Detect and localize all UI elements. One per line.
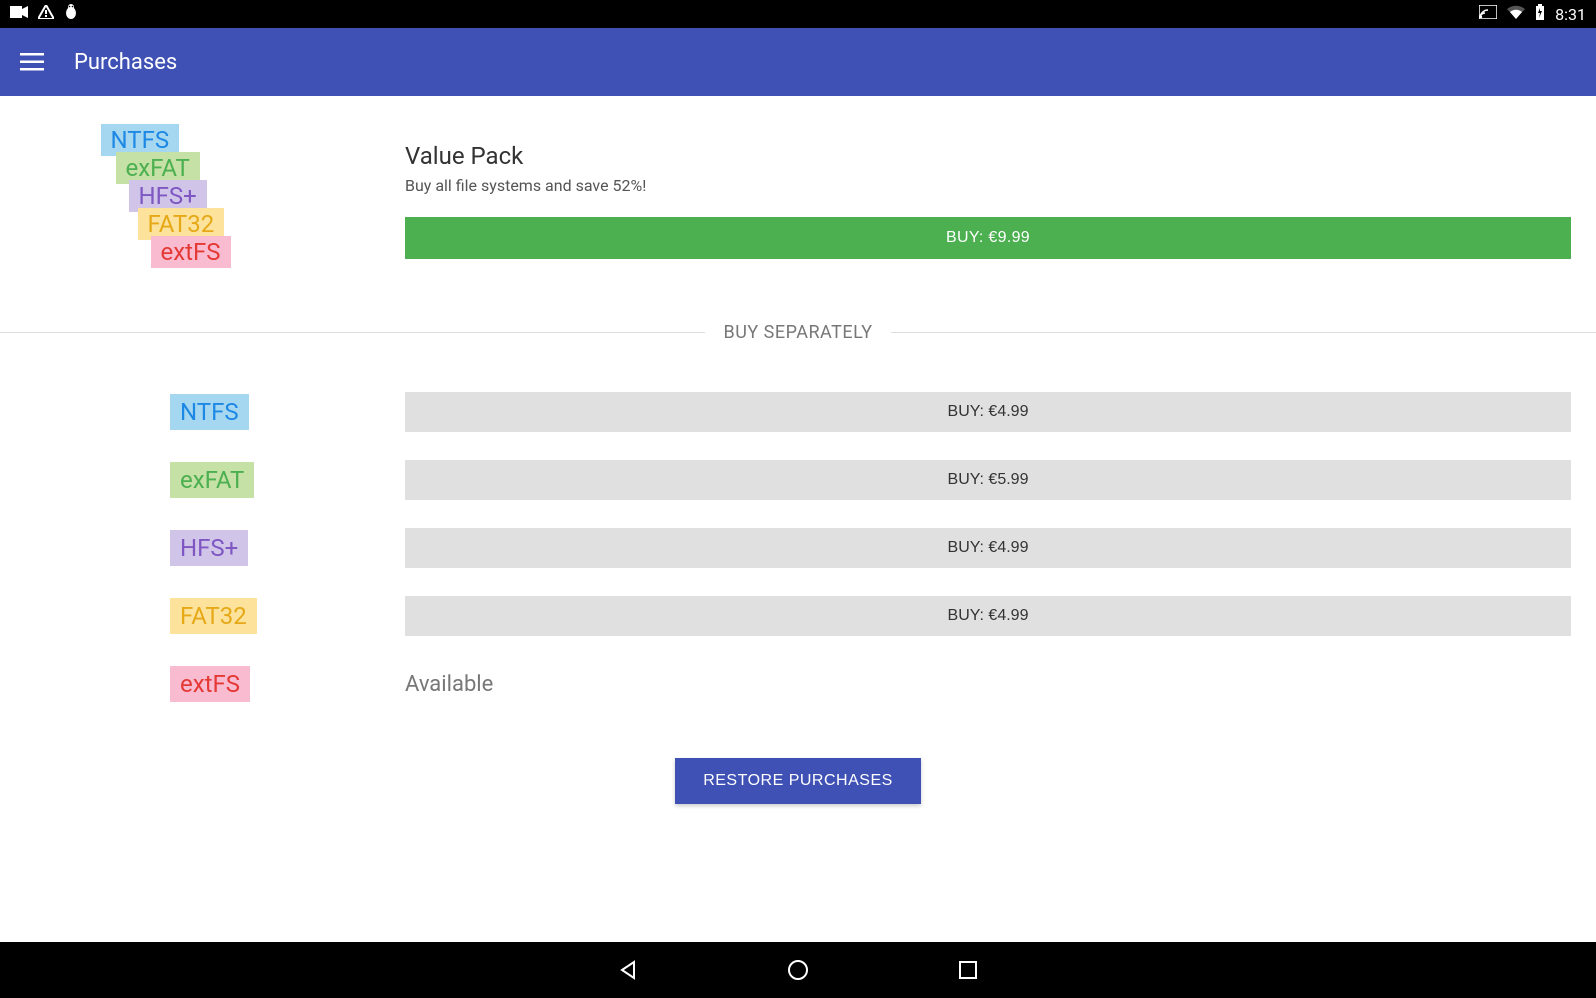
extfs-status: Available	[405, 672, 493, 697]
item-chip-ntfs: NTFS	[170, 394, 249, 430]
value-pack-subtitle: Buy all file systems and save 52%!	[405, 176, 1571, 195]
android-debug-icon	[64, 4, 78, 24]
item-chip-extfs: extFS	[170, 666, 250, 702]
buy-value-pack-button[interactable]: BUY: €9.99	[405, 217, 1571, 259]
hamburger-menu-icon[interactable]	[20, 53, 44, 71]
android-status-bar: 8:31	[0, 0, 1596, 28]
item-chip-fat32: FAT32	[170, 598, 257, 634]
nav-home-button[interactable]	[783, 955, 813, 985]
item-row-exfat: exFAT BUY: €5.99	[0, 446, 1596, 514]
camera-icon	[10, 6, 28, 22]
separate-items-list: NTFS BUY: €4.99 exFAT BUY: €5.99 HFS+ BU…	[0, 342, 1596, 718]
android-nav-bar	[0, 942, 1596, 998]
status-clock: 8:31	[1555, 5, 1586, 24]
wifi-icon	[1507, 5, 1525, 23]
item-chip-hfs: HFS+	[170, 530, 248, 566]
item-row-ntfs: NTFS BUY: €4.99	[0, 378, 1596, 446]
status-left-icons	[10, 4, 78, 24]
page-title: Purchases	[74, 50, 177, 75]
item-row-fat32: FAT32 BUY: €4.99	[0, 582, 1596, 650]
buy-fat32-button[interactable]: BUY: €4.99	[405, 596, 1571, 636]
cast-icon	[1479, 5, 1497, 23]
restore-purchases-button[interactable]: RESTORE PURCHASES	[675, 758, 921, 804]
warning-icon	[38, 5, 54, 23]
status-right-icons: 8:31	[1479, 4, 1586, 24]
buy-exfat-button[interactable]: BUY: €5.99	[405, 460, 1571, 500]
fs-chip-extfs: extFS	[151, 236, 231, 268]
nav-recents-button[interactable]	[953, 955, 983, 985]
buy-separately-label: BUY SEPARATELY	[705, 322, 890, 343]
battery-charging-icon	[1535, 4, 1545, 24]
app-bar: Purchases	[0, 28, 1596, 96]
buy-ntfs-button[interactable]: BUY: €4.99	[405, 392, 1571, 432]
value-pack-title: Value Pack	[405, 142, 1571, 170]
item-chip-exfat: exFAT	[170, 462, 254, 498]
value-pack-section: NTFS exFAT HFS+ FAT32 extFS Value Pack B…	[0, 96, 1596, 322]
item-row-hfs: HFS+ BUY: €4.99	[0, 514, 1596, 582]
value-pack-graphic: NTFS exFAT HFS+ FAT32 extFS	[0, 124, 405, 294]
nav-back-button[interactable]	[613, 955, 643, 985]
buy-hfs-button[interactable]: BUY: €4.99	[405, 528, 1571, 568]
item-row-extfs: extFS Available	[0, 650, 1596, 718]
content-area: NTFS exFAT HFS+ FAT32 extFS Value Pack B…	[0, 96, 1596, 844]
buy-separately-divider: BUY SEPARATELY	[0, 322, 1596, 342]
